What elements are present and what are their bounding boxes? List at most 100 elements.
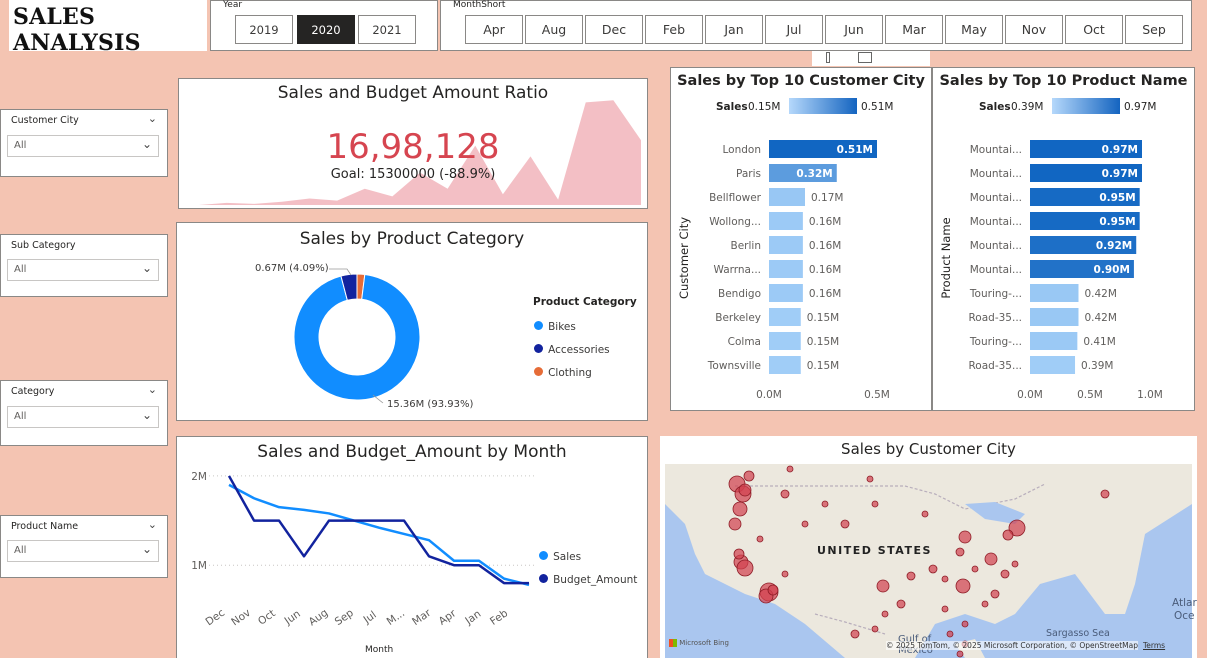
map-bubble <box>786 465 794 473</box>
chevron-down-icon[interactable]: ⌄ <box>148 383 157 396</box>
map-bubble <box>850 629 860 639</box>
map-card[interactable]: Sales by Customer City UNITED STATES Sar… <box>660 436 1197 658</box>
month-tile-aug[interactable]: Aug <box>525 15 583 44</box>
category-dropdown[interactable]: All ⌄ <box>7 406 159 428</box>
donut-label-big: 15.36M (93.93%) <box>387 399 474 410</box>
bar-data-label: 0.41M <box>1083 336 1115 348</box>
product-name-slicer-label: Product Name <box>11 521 79 532</box>
map-bubble <box>801 520 809 528</box>
legend-dot-icon <box>534 367 543 376</box>
map-bubble <box>781 570 789 578</box>
bar-data-label: 0.90M <box>1094 264 1130 276</box>
legend-item-accessories[interactable]: Accessories <box>534 338 610 357</box>
line-chart-card[interactable]: Sales and Budget_Amount by Month 2M 1M Dec… <box>176 436 648 658</box>
donut-card[interactable]: Sales by Product Category 0.67M (4.09%) … <box>176 222 648 421</box>
year-tile-2020[interactable]: 2020 <box>297 15 355 44</box>
year-tile-2019[interactable]: 2019 <box>235 15 293 44</box>
product-name-dropdown[interactable]: All ⌄ <box>7 540 159 562</box>
month-tile-nov[interactable]: Nov <box>1005 15 1063 44</box>
map-terms-link[interactable]: Terms <box>1143 641 1165 650</box>
city-bar-card[interactable]: Sales by Top 10 Customer City Sales 0.15M… <box>670 67 932 411</box>
map-bubble <box>928 564 938 574</box>
legend-item-sales[interactable]: Sales <box>539 545 581 564</box>
kpi-card[interactable]: Sales and Budget Amount Ratio 16,98,128 … <box>178 78 648 209</box>
y-tick-label: 1M <box>191 560 207 572</box>
legend-item-clothing[interactable]: Clothing <box>534 361 592 380</box>
month-tile-feb[interactable]: Feb <box>645 15 703 44</box>
customer-city-slicer[interactable]: Customer City ⌄ All ⌄ <box>0 109 168 177</box>
map-bubble <box>866 475 874 483</box>
map-bubble <box>736 559 754 577</box>
map-bubble <box>946 630 954 638</box>
map-bubble <box>981 600 989 608</box>
x-tick-label: Jul <box>361 609 379 627</box>
bar-category-label: Berkeley <box>715 312 761 324</box>
filter-icon[interactable] <box>826 52 830 63</box>
map-bubble <box>958 530 972 544</box>
legend-item-budget[interactable]: Budget_Amount <box>539 568 637 587</box>
legend-item-bikes[interactable]: Bikes <box>534 315 576 334</box>
bar-data-label: 0.16M <box>809 264 841 276</box>
map-bubble <box>896 599 906 609</box>
focus-mode-icon[interactable] <box>858 52 872 63</box>
bar-category-label: Mountai... <box>970 216 1022 228</box>
donut-legend-title: Product Category <box>533 296 637 308</box>
map-bubble <box>871 625 879 633</box>
legend-gradient-bar <box>789 98 857 114</box>
bar-data-label: 0.15M <box>807 360 839 372</box>
product-bar-card[interactable]: Sales by Top 10 Product Name Sales 0.39M 0… <box>932 67 1195 411</box>
map-bubble <box>1002 529 1014 541</box>
legend-label: Bikes <box>548 321 576 333</box>
month-tile-apr[interactable]: Apr <box>465 15 523 44</box>
bar-category-label: Road-35... <box>968 360 1022 372</box>
customer-city-slicer-label: Customer City <box>11 115 79 126</box>
map-bubble <box>990 589 1000 599</box>
x-tick-label: 0.5M <box>864 389 890 401</box>
sub-category-dropdown[interactable]: All ⌄ <box>7 259 159 281</box>
month-slicer-label: MonthShort <box>453 0 506 10</box>
map-bubble <box>732 501 748 517</box>
month-tile-dec[interactable]: Dec <box>585 15 643 44</box>
month-tile-may[interactable]: May <box>945 15 1003 44</box>
kpi-title: Sales and Budget Amount Ratio <box>277 83 549 103</box>
report-title: SALES ANALYSIS <box>13 4 141 56</box>
map-bubble <box>840 519 850 529</box>
bar-data-label: 0.15M <box>807 336 839 348</box>
bar-data-label: 0.95M <box>1099 216 1135 228</box>
month-tile-mar[interactable]: Mar <box>885 15 943 44</box>
customer-city-dropdown[interactable]: All ⌄ <box>7 135 159 157</box>
month-tile-jun[interactable]: Jun <box>825 15 883 44</box>
chevron-down-icon[interactable]: ⌄ <box>148 112 157 125</box>
legend-max: 0.97M <box>1124 101 1156 113</box>
sub-category-slicer-label: Sub Category <box>11 240 76 251</box>
bar-data-label: 0.17M <box>811 192 843 204</box>
month-tile-jul[interactable]: Jul <box>765 15 823 44</box>
bar <box>769 308 801 326</box>
year-slicer: Year 2019 2020 2021 <box>210 0 438 51</box>
x-tick-label: Nov <box>229 607 253 629</box>
legend-label: Sales <box>979 101 1011 113</box>
bar-data-label: 0.95M <box>1099 192 1135 204</box>
map-bubble <box>1011 560 1019 568</box>
y-tick-label: 2M <box>191 471 207 483</box>
bar-category-label: Bendigo <box>718 288 761 300</box>
x-tick-label: Mar <box>410 607 434 629</box>
month-tile-oct[interactable]: Oct <box>1065 15 1123 44</box>
legend-label: Sales <box>716 101 748 113</box>
report-title-box: SALES ANALYSIS <box>9 0 207 56</box>
map-bubble <box>871 500 879 508</box>
chevron-down-icon[interactable]: ⌄ <box>148 518 157 531</box>
legend-dot-icon <box>539 574 548 583</box>
city-bar-chart: Sales 0.15M 0.51MCustomer CityLondon 0.51MP… <box>677 98 893 401</box>
map-bubble <box>984 552 998 566</box>
x-axis-title: Month <box>365 645 394 655</box>
month-tile-jan[interactable]: Jan <box>705 15 763 44</box>
map-canvas[interactable] <box>665 464 1192 658</box>
year-tile-2021[interactable]: 2021 <box>358 15 416 44</box>
category-slicer[interactable]: Category ⌄ All ⌄ <box>0 380 168 446</box>
sub-category-slicer[interactable]: Sub Category All ⌄ <box>0 234 168 297</box>
bar-category-label: Warrna... <box>713 264 761 276</box>
month-tile-sep[interactable]: Sep <box>1125 15 1183 44</box>
product-name-slicer[interactable]: Product Name ⌄ All ⌄ <box>0 515 168 578</box>
customer-city-value: All <box>14 140 27 151</box>
